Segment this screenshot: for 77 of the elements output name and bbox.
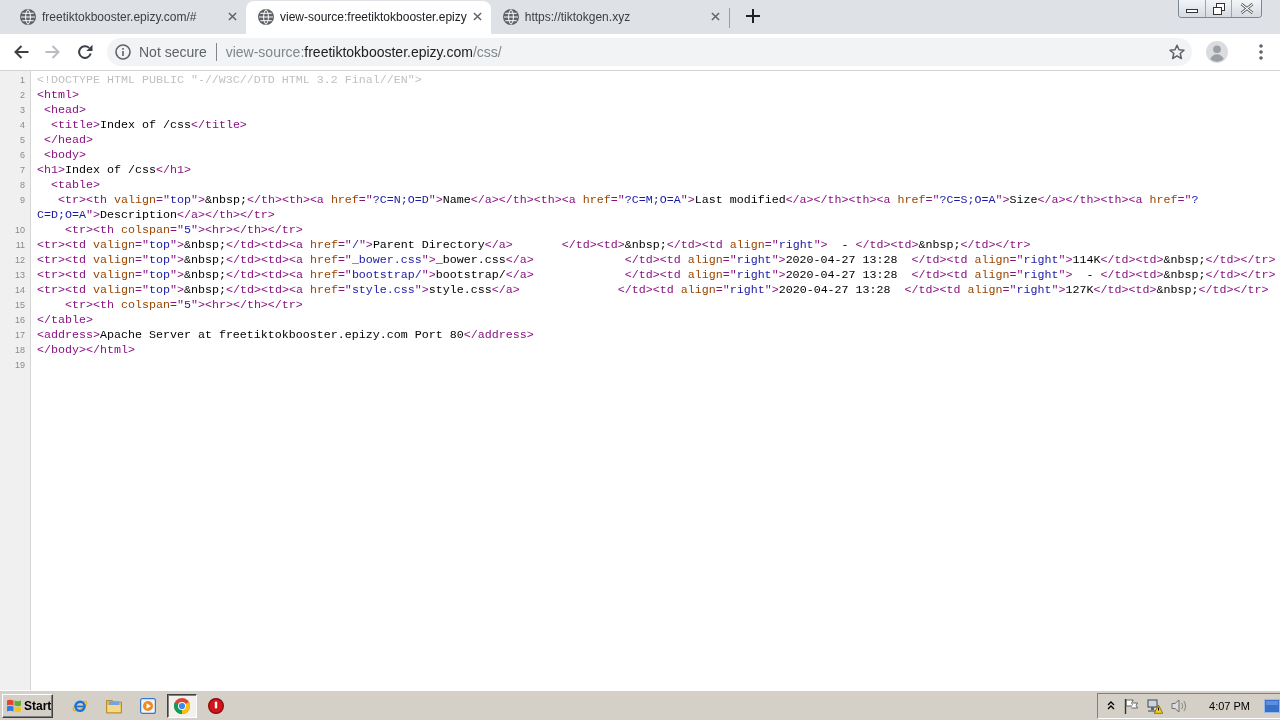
- tray-expand-icon[interactable]: [1107, 701, 1116, 710]
- globe-icon: [258, 8, 274, 25]
- source-line: <title>Index of /css</title>: [50, 118, 247, 133]
- taskbar-button[interactable]: [167, 693, 197, 718]
- line-number: 16: [15, 314, 25, 327]
- security-label[interactable]: Not secure: [139, 44, 207, 60]
- source-line: <!DOCTYPE HTML PUBLIC "-//W3C//DTD HTML 3.2 Final//EN">: [37, 73, 422, 88]
- source-line: <tr><td valign="top">&nbsp;</td><td><a href="style.css">style.css</a> </td><td align="right">2020-04-27 13:28 </td><td align="right">127K</td><td>&nbsp;</td></tr>: [37, 283, 1269, 298]
- browser-tab[interactable]: freetiktokbooster.epizy.com/#: [8, 1, 246, 34]
- source-line: <tr><th colspan="5"><hr></th></tr>: [63, 223, 303, 238]
- speaker-icon[interactable]: [1171, 697, 1188, 714]
- source-line: <tr><td valign="top">&nbsp;</td><td><a href="/">Parent Directory</a> </td><td>&nbsp;</td><td align="right"> - </td><td>&nbsp;</td></tr>: [37, 238, 1031, 253]
- line-number: 18: [15, 344, 25, 357]
- source-line: </table>: [37, 313, 93, 328]
- line-number: 6: [20, 149, 25, 162]
- menu-icon[interactable]: [1259, 44, 1263, 60]
- source-line: <head>: [43, 103, 86, 118]
- source-line: <tr><th valign="top">&nbsp;</th><th><a href="?C=N;O=D">Name</a></th><th><a href="?C=M;O=A">Last modified</a></th><th><a href="?C=S;O=A">Size</a></th><th><a href="?: [57, 193, 1199, 208]
- close-icon: [1239, 3, 1254, 14]
- restore-button[interactable]: [1205, 0, 1231, 17]
- source-line: <tr><th colspan="5"><hr></th></tr>: [63, 298, 303, 313]
- line-number: 15: [15, 299, 25, 312]
- star-icon[interactable]: [1169, 44, 1185, 60]
- line-number: 12: [15, 254, 25, 267]
- url-text: view-source:freetiktokbooster.epizy.com/css/: [225, 44, 502, 60]
- source-line: <h1>Index of /css</h1>: [37, 163, 191, 178]
- restore-icon: [1212, 2, 1225, 15]
- monitor-icon[interactable]: [1264, 698, 1280, 713]
- globe-icon: [502, 8, 519, 25]
- source-line: <tr><td valign="top">&nbsp;</td><td><a href="_bower.css">_bower.css</a> </td><td align="right">2020-04-27 13:28 </td><td align="right">114K</td><td>&nbsp;</td></tr>: [37, 253, 1276, 268]
- browser-tab[interactable]: https://tiktokgen.xyz: [490, 1, 729, 34]
- avatar-icon[interactable]: [1206, 41, 1228, 63]
- source-line: <html>: [37, 88, 79, 103]
- source-line: </head>: [43, 133, 93, 148]
- close-icon[interactable]: [228, 12, 237, 21]
- flag-logo-icon: [6, 698, 22, 713]
- right-arrow-icon: [45, 44, 61, 60]
- line-number: 3: [20, 104, 25, 117]
- folder-icon: [106, 697, 122, 714]
- line-number: 14: [15, 284, 25, 297]
- source-line: </body></html>: [37, 343, 135, 358]
- close-button[interactable]: [1231, 0, 1261, 17]
- clock: 4:07 PM: [1209, 699, 1250, 712]
- line-number: 2: [20, 89, 25, 102]
- minimize-button[interactable]: [1179, 0, 1205, 17]
- network-warning-icon[interactable]: [1147, 697, 1164, 714]
- play-icon: [140, 697, 156, 714]
- close-icon[interactable]: [472, 12, 482, 21]
- address-bar[interactable]: Not secure view-source:freetiktokbooster.epizy.com/css/: [107, 38, 1192, 66]
- source-line: <tr><td valign="top">&nbsp;</td><td><a href="bootstrap/">bootstrap/</a> </td><td align="right">2020-04-27 13:28 </td><td align="right"> - </td><td>&nbsp;</td></tr>: [37, 268, 1276, 283]
- line-number: 11: [15, 239, 25, 252]
- source-line: <body>: [43, 148, 86, 163]
- alert-circle-icon: [208, 697, 224, 714]
- source-line: C=D;O=A">Description</a></th></tr>: [37, 208, 275, 223]
- line-number: 19: [15, 359, 25, 372]
- line-number: 5: [20, 134, 25, 147]
- line-number: 13: [15, 269, 25, 282]
- new-tab-icon[interactable]: [745, 9, 760, 23]
- start-button[interactable]: Start: [2, 693, 53, 718]
- line-number: 9: [20, 194, 25, 207]
- flag-icon[interactable]: [1123, 697, 1140, 714]
- line-number: 17: [15, 329, 25, 342]
- source-line: <table>: [50, 178, 100, 193]
- info-icon[interactable]: [115, 44, 131, 60]
- line-number: 10: [15, 224, 25, 237]
- close-icon[interactable]: [710, 12, 720, 21]
- minimize-icon: [1186, 9, 1198, 13]
- source-line: <address>Apache Server at freetiktokbooster.epizy.com Port 80</address>: [37, 328, 534, 343]
- line-number: 8: [20, 179, 25, 192]
- line-number: 7: [20, 164, 25, 177]
- globe-icon: [20, 8, 36, 25]
- line-number: 4: [20, 119, 25, 132]
- browser-tab[interactable]: view-source:freetiktokbooster.epizy: [246, 1, 491, 34]
- round-logo-icon: [174, 697, 190, 714]
- left-arrow-icon: [13, 44, 29, 60]
- reload-icon: [77, 44, 93, 60]
- line-number: 1: [20, 74, 25, 87]
